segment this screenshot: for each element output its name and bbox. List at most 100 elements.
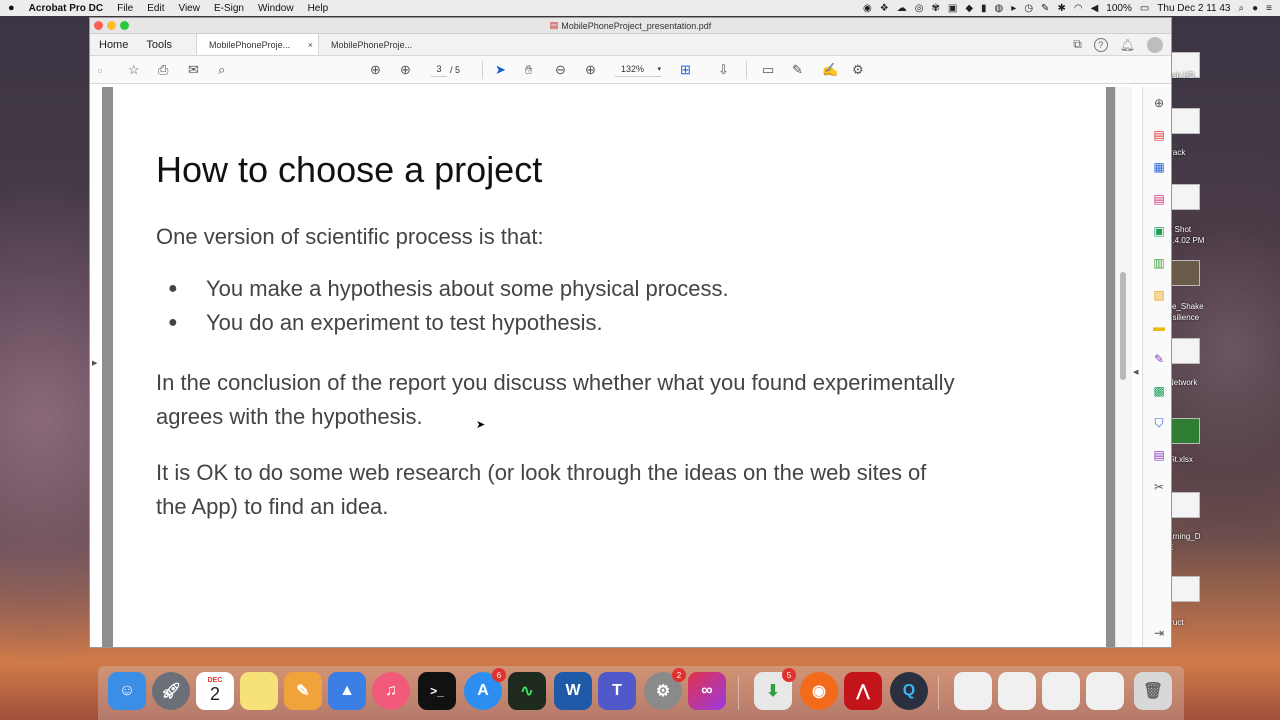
prepare-form-icon[interactable]: ▤ (1151, 447, 1167, 463)
export-pdf-icon[interactable]: ▦ (1151, 159, 1167, 175)
highlight-pen-icon[interactable]: ✎ (792, 62, 803, 78)
help-icon[interactable]: ? (1093, 37, 1108, 52)
firefox-icon[interactable]: ◉ (800, 672, 838, 710)
calendar-icon[interactable]: DEC 2 (196, 672, 234, 710)
collapse-panel-icon[interactable]: ⇥ (1151, 625, 1167, 641)
notes-icon[interactable] (240, 672, 278, 710)
app-store-icon[interactable]: A 6 (464, 668, 506, 710)
terminal-icon[interactable]: >_ (418, 672, 456, 710)
word-icon[interactable]: W (554, 672, 592, 710)
finder-icon[interactable]: ☺ (108, 672, 146, 710)
apple-menu-icon[interactable]: ● (8, 2, 15, 14)
fill-sign-icon[interactable]: ▧ (1151, 287, 1167, 303)
desktop-file-icon[interactable] (1170, 492, 1200, 518)
minimized-window-thumbnail[interactable] (1042, 672, 1080, 710)
minimized-window-thumbnail[interactable] (1086, 672, 1124, 710)
tab-home[interactable]: Home (90, 34, 137, 55)
email-icon[interactable]: ✉ (188, 62, 199, 78)
menu-edit[interactable]: Edit (147, 3, 164, 14)
clock[interactable]: Thu Dec 2 11 43 (1157, 3, 1230, 14)
volume-icon[interactable]: ◀ (1091, 3, 1099, 14)
evernote-icon[interactable]: ◆ (965, 3, 973, 14)
record-icon[interactable]: ◉ (863, 3, 872, 14)
system-preferences-icon[interactable]: ⚙ 2 (644, 668, 686, 710)
tab-tools[interactable]: Tools (137, 34, 196, 55)
cursor-status-icon[interactable]: ▸ (1011, 3, 1016, 14)
select-tool-icon[interactable]: ➤ (495, 62, 506, 78)
menu-view[interactable]: View (178, 3, 200, 14)
activity-monitor-icon[interactable]: ∿ (508, 672, 546, 710)
meet-icon[interactable]: ▣ (948, 3, 957, 14)
menu-file[interactable]: File (117, 3, 133, 14)
dropbox-icon[interactable]: ❖ (880, 3, 889, 14)
butterfly-icon[interactable]: ✾ (931, 3, 939, 14)
desktop-file-icon[interactable] (1170, 108, 1200, 134)
siri-icon[interactable]: ● (1252, 3, 1258, 14)
zoom-in-icon[interactable]: ⊕ (585, 62, 596, 78)
document-viewport[interactable]: ▶ How to choose a project One version of… (90, 87, 1132, 647)
keynote-icon[interactable]: ▲ (328, 672, 366, 710)
app-menu[interactable]: Acrobat Pro DC (29, 3, 103, 14)
scan-ocr-icon[interactable]: ▩ (1151, 383, 1167, 399)
pen-icon[interactable]: ✎ (1041, 3, 1049, 14)
collapse-right-pane-icon[interactable]: ◀ (1133, 368, 1138, 376)
next-page-icon[interactable]: ⊕ (400, 62, 411, 78)
menu-esign[interactable]: E-Sign (214, 3, 244, 14)
zoom-out-icon[interactable]: ⊖ (555, 62, 566, 78)
bookmark-star-icon[interactable]: ☆ (128, 62, 140, 78)
wifi-icon[interactable]: ◠ (1074, 3, 1083, 14)
left-pane-toggle[interactable]: ▶ (90, 87, 102, 647)
launchpad-icon[interactable]: 🚀︎ (152, 672, 190, 710)
window-titlebar[interactable]: ▤ MobilePhoneProject_presentation.pdf (90, 18, 1171, 34)
tab-document-active[interactable]: MobilePhoneProje... × (196, 34, 319, 55)
desktop-file-icon[interactable] (1170, 418, 1200, 444)
acrobat-icon[interactable]: ⋀ (844, 672, 882, 710)
search-icon[interactable]: ⌕ (1239, 3, 1245, 14)
pages-icon[interactable]: ✎ (284, 672, 322, 710)
organize-pages-icon[interactable]: ▤ (1151, 191, 1167, 207)
trash-icon[interactable]: 🗑︎ (1134, 672, 1172, 710)
comment-icon[interactable]: ▭ (762, 62, 774, 78)
battery-icon[interactable]: ▭ (1140, 3, 1149, 14)
combine-files-icon[interactable]: ▥ (1151, 255, 1167, 271)
sign-icon[interactable]: ✍ (822, 62, 838, 78)
menu-window[interactable]: Window (258, 3, 294, 14)
close-window-button[interactable] (94, 21, 103, 30)
share-screen-icon[interactable]: ⧉ (1073, 37, 1082, 52)
print-icon[interactable]: ⎙ (158, 62, 168, 78)
hand-tool-icon[interactable]: ✋︎ (525, 62, 532, 78)
cloud-icon[interactable]: ☁ (897, 3, 907, 14)
vertical-scrollbar[interactable] (1115, 87, 1132, 647)
request-signature-icon[interactable]: ✎ (1151, 351, 1167, 367)
close-tab-button[interactable]: × (308, 40, 313, 50)
tab-document[interactable]: MobilePhoneProje... (318, 34, 440, 55)
time-machine-icon[interactable]: ◷ (1024, 3, 1033, 14)
quicktime-icon[interactable]: Q (890, 672, 928, 710)
page-number-input[interactable]: 3 (431, 62, 447, 77)
bluetooth-icon[interactable]: ✱ (1057, 3, 1065, 14)
minimized-window-thumbnail[interactable] (998, 672, 1036, 710)
teams-icon[interactable]: T (598, 672, 636, 710)
notifications-bell-icon[interactable]: 🔔︎ (1120, 38, 1135, 52)
antivirus-icon[interactable]: ◍ (995, 3, 1004, 14)
music-icon[interactable]: ♫ (372, 672, 410, 710)
creative-cloud-icon[interactable]: ∞ (688, 672, 726, 710)
desktop-file-icon[interactable] (1170, 576, 1200, 602)
eye-icon[interactable]: ◎ (915, 3, 924, 14)
scroll-mode-icon[interactable]: ⇩ (718, 62, 729, 78)
fit-page-icon[interactable]: ⊞ (680, 62, 691, 78)
zoom-level-select[interactable]: 132% ▾ (615, 62, 661, 77)
desktop-file-icon[interactable] (1170, 260, 1200, 286)
minimized-window-thumbnail[interactable] (954, 672, 992, 710)
update-manager-icon[interactable]: ⬇ 5 (754, 668, 796, 710)
more-tools-icon[interactable]: ⚙ (852, 62, 864, 78)
comment-tool-icon[interactable]: ▬ (1151, 319, 1167, 335)
zoom-window-button[interactable] (120, 21, 129, 30)
save-icon[interactable]: ▫ (98, 62, 103, 78)
create-pdf-icon[interactable]: ▤ (1151, 127, 1167, 143)
previous-page-icon[interactable]: ⊕ (370, 62, 381, 78)
zoom-search-icon[interactable]: ⌕ (218, 62, 225, 78)
phone-icon[interactable]: ▮ (981, 3, 987, 14)
desktop-file-icon[interactable] (1170, 184, 1200, 210)
account-avatar[interactable] (1147, 36, 1163, 53)
